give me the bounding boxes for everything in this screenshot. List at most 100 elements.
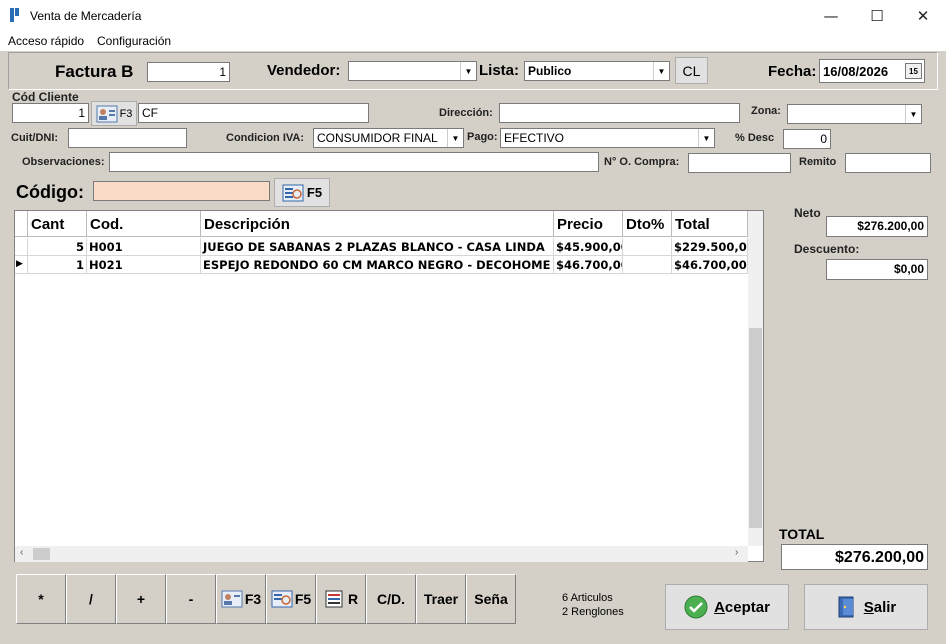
payment-combo[interactable]: EFECTIVO ▼ [500,128,715,148]
f5-product-button[interactable]: F5 [266,574,316,624]
column-header-cod[interactable]: Cod. [87,211,201,237]
chevron-down-icon[interactable]: ▼ [653,62,669,80]
divide-button[interactable]: / [66,574,116,624]
product-code-field[interactable] [93,181,270,201]
total-label: TOTAL [779,526,825,542]
scroll-right-icon[interactable]: › [735,547,738,558]
zone-label: Zona: [751,105,781,117]
invoice-type-label: Factura B [55,62,134,81]
address-field[interactable] [499,103,740,123]
door-exit-icon [838,596,854,618]
multiply-button[interactable]: * [16,574,66,624]
table-cell-precio[interactable]: $45.900,00 [554,238,623,256]
client-search-icon [96,105,118,122]
table-cell-cod[interactable]: H001 [87,238,201,256]
cuit-label: Cuit/DNI: [11,132,59,144]
table-cell-dto[interactable] [623,238,672,256]
discount-percent-field[interactable]: 0 [783,129,831,149]
row-header-corner [15,211,28,237]
neto-field: $276.200,00 [826,216,928,237]
maximize-button[interactable]: ☐ [854,0,900,31]
table-cell-dto[interactable] [623,256,672,274]
vertical-scroll-thumb[interactable] [749,328,762,528]
exit-button[interactable]: Salir [804,584,928,630]
cd-button[interactable]: C/D. [366,574,416,624]
date-field[interactable]: 16/08/2026 15 [819,59,925,83]
address-label: Dirección: [439,107,493,119]
zone-combo[interactable]: ▼ [787,104,922,124]
neto-label: Neto [794,206,821,220]
column-header-dto[interactable]: Dto% [623,211,672,237]
cl-button[interactable]: CL [675,57,708,84]
sena-button[interactable]: Seña [466,574,516,624]
iva-label: Condicion IVA: [226,132,305,144]
observations-field[interactable] [109,152,599,172]
articles-count: 6 Articulos [562,592,613,604]
column-header-total[interactable]: Total [672,211,748,237]
seller-combo[interactable]: ▼ [348,61,477,81]
payment-label: Pago: [467,131,498,143]
table-cell-cant[interactable]: 1 [28,256,87,274]
f3-client-button[interactable]: F3 [216,574,266,624]
menu-bar: Acceso rápido Configuración [0,31,946,51]
client-code-field[interactable]: 1 [12,103,89,123]
product-search-icon [282,184,304,201]
items-grid[interactable]: Cant Cod. Descripción Precio Dto% Total … [14,210,764,562]
check-icon [684,595,708,619]
remito-label: Remito [799,156,837,168]
r-receipt-button[interactable]: R [316,574,366,624]
chevron-down-icon[interactable]: ▼ [460,62,476,80]
invoice-number-field[interactable]: 1 [147,62,230,82]
purchase-order-field[interactable] [688,153,791,173]
horizontal-scroll-thumb[interactable] [33,548,50,560]
code-label: Código: [16,182,84,202]
table-cell-descripcion[interactable]: JUEGO DE SABANAS 2 PLAZAS BLANCO - CASA … [201,238,554,256]
traer-button[interactable]: Traer [416,574,466,624]
menu-acceso-rapido[interactable]: Acceso rápido [8,34,84,48]
descuento-field: $0,00 [826,259,928,280]
window-title: Venta de Mercadería [30,9,142,23]
table-cell-cant[interactable]: 5 [28,238,87,256]
price-list-combo[interactable]: Publico ▼ [524,61,670,81]
cuit-field[interactable] [68,128,187,148]
descuento-label: Descuento: [794,242,860,256]
table-cell-cod[interactable]: H021 [87,256,201,274]
close-button[interactable]: ✕ [900,0,946,31]
purchase-order-label: N° O. Compra: [604,156,680,168]
table-cell-precio[interactable]: $46.700,00 [554,256,623,274]
table-cell-total[interactable]: $46.700,00 [672,256,748,274]
horizontal-scrollbar[interactable] [15,546,748,562]
remito-field[interactable] [845,153,931,173]
client-search-button[interactable]: F3 [91,101,137,126]
product-search-button[interactable]: F5 [274,178,330,207]
column-header-descripcion[interactable]: Descripción [201,211,554,237]
title-bar: Venta de Mercadería — ☐ ✕ [0,0,946,31]
client-name-field[interactable]: CF [138,103,369,123]
total-field: $276.200,00 [781,544,928,570]
column-header-precio[interactable]: Precio [554,211,623,237]
minus-button[interactable]: - [166,574,216,624]
minimize-button[interactable]: — [808,0,854,31]
menu-configuracion[interactable]: Configuración [97,34,171,48]
table-cell-descripcion[interactable]: ESPEJO REDONDO 60 CM MARCO NEGRO - DECOH… [201,256,554,274]
chevron-down-icon[interactable]: ▼ [905,105,921,123]
lines-count: 2 Renglones [562,606,624,618]
date-label: Fecha: [768,63,817,80]
chevron-down-icon[interactable]: ▼ [698,129,714,147]
accept-button[interactable]: Aceptar [665,584,789,630]
calendar-icon[interactable]: 15 [905,63,922,79]
scroll-left-icon[interactable]: ‹ [20,547,23,558]
iva-combo[interactable]: CONSUMIDOR FINAL ▼ [313,128,464,148]
row-indicator[interactable] [15,238,28,256]
plus-button[interactable]: + [116,574,166,624]
client-code-label: Cód Cliente [12,90,79,104]
app-icon [10,8,19,22]
column-header-cant[interactable]: Cant [28,211,87,237]
observations-label: Observaciones: [22,156,105,168]
table-cell-total[interactable]: $229.500,00 [672,238,748,256]
chevron-down-icon[interactable]: ▼ [447,129,463,147]
product-search-icon [271,590,293,608]
row-pointer-icon[interactable]: ▶ [15,256,28,274]
seller-label: Vendedor: [267,62,341,79]
list-label: Lista: [479,62,520,79]
